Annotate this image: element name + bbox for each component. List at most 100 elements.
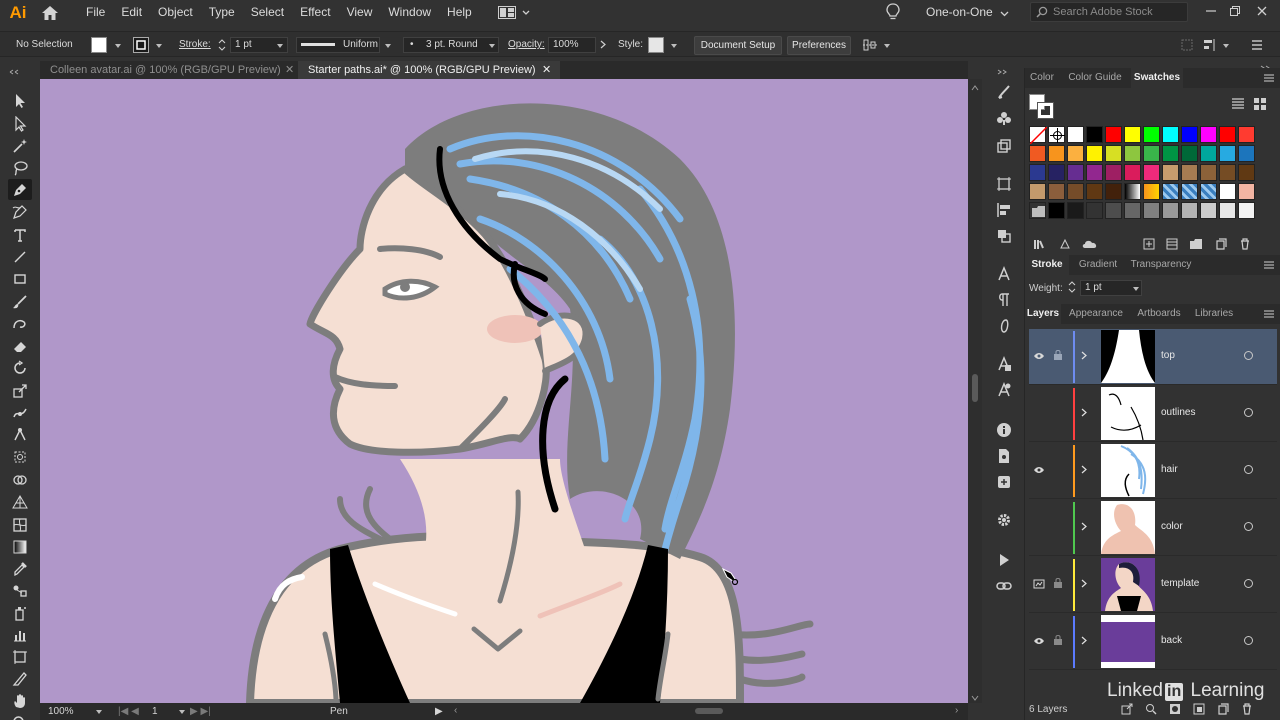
panel-collapse-icon[interactable] xyxy=(8,66,32,78)
chevron-down-icon[interactable] xyxy=(179,710,185,714)
brush-definition-select[interactable]: • 3 pt. Round xyxy=(403,37,499,53)
swatch[interactable] xyxy=(1238,164,1255,181)
scrollbar-thumb[interactable] xyxy=(695,708,723,714)
chevron-down-icon[interactable] xyxy=(96,710,102,714)
tab-transparency[interactable]: Transparency xyxy=(1127,255,1195,275)
symbols-icon[interactable] xyxy=(994,108,1014,128)
swatch[interactable] xyxy=(1200,164,1217,181)
delete-swatch-icon[interactable] xyxy=(1239,238,1251,253)
swatch[interactable] xyxy=(1200,126,1217,143)
swatch[interactable] xyxy=(1181,202,1198,219)
lasso-tool-icon[interactable] xyxy=(8,157,32,178)
layer-name[interactable]: top xyxy=(1161,350,1175,361)
chevron-right-icon[interactable] xyxy=(600,40,606,52)
swatch[interactable] xyxy=(1181,164,1198,181)
line-tool-icon[interactable] xyxy=(8,246,32,267)
blend-tool-icon[interactable] xyxy=(8,580,32,601)
eyedropper-tool-icon[interactable] xyxy=(8,558,32,579)
swatch[interactable] xyxy=(1029,164,1046,181)
chevron-up-icon[interactable] xyxy=(971,82,979,94)
brushes-icon[interactable] xyxy=(994,82,1014,102)
weight-stepper-icon[interactable] xyxy=(1068,280,1076,297)
stroke-stepper-icon[interactable] xyxy=(218,38,226,55)
close-tab-icon[interactable]: ✕ xyxy=(285,61,294,79)
swatch[interactable] xyxy=(1124,202,1141,219)
links-icon[interactable] xyxy=(994,472,1014,492)
chevron-down-icon[interactable] xyxy=(1000,8,1009,20)
panel-menu-icon[interactable] xyxy=(1250,38,1264,55)
swatch[interactable] xyxy=(1086,126,1103,143)
panel-collapse-icon[interactable] xyxy=(994,66,1014,78)
swatch[interactable] xyxy=(1181,183,1198,200)
tab-gradient[interactable]: Gradient xyxy=(1073,255,1123,275)
swatch[interactable] xyxy=(1238,183,1255,200)
swatch[interactable] xyxy=(1086,145,1103,162)
swatch[interactable] xyxy=(1219,202,1236,219)
workspace-switcher[interactable]: One-on-One xyxy=(926,0,993,25)
swatch[interactable] xyxy=(1219,183,1236,200)
layer-target-icon[interactable] xyxy=(1244,579,1253,588)
graphic-style-swatch[interactable] xyxy=(648,37,664,53)
chevron-down-icon[interactable] xyxy=(884,44,890,48)
swatch[interactable] xyxy=(1200,145,1217,162)
tab-stroke[interactable]: Stroke xyxy=(1025,255,1069,275)
lock-icon[interactable] xyxy=(1053,577,1063,592)
swatch[interactable] xyxy=(1181,126,1198,143)
graphic-styles-icon[interactable] xyxy=(994,136,1014,156)
chevron-down-icon[interactable] xyxy=(671,44,677,48)
tab-layers[interactable]: Layers xyxy=(1025,304,1061,324)
eye-icon[interactable] xyxy=(1033,465,1045,477)
close-icon[interactable] xyxy=(1255,4,1269,18)
menu-help[interactable]: Help xyxy=(439,0,480,25)
swatch[interactable] xyxy=(1143,164,1160,181)
swatch[interactable] xyxy=(1143,183,1160,200)
swatch[interactable] xyxy=(1181,145,1198,162)
panel-menu-icon[interactable] xyxy=(1263,73,1275,86)
swatch[interactable] xyxy=(1086,183,1103,200)
curvature-tool-icon[interactable] xyxy=(8,201,32,222)
document-setup-button[interactable]: Document Setup xyxy=(694,36,782,55)
menu-file[interactable]: File xyxy=(78,0,113,25)
direct-selection-tool-icon[interactable] xyxy=(8,113,32,134)
artboard-tool-icon[interactable] xyxy=(8,646,32,667)
eye-icon[interactable] xyxy=(1033,351,1045,363)
close-tab-icon[interactable]: ✕ xyxy=(542,61,551,79)
chevron-right-icon[interactable] xyxy=(1081,408,1087,420)
new-color-group-icon[interactable] xyxy=(1189,238,1203,253)
gradient-tool-icon[interactable] xyxy=(8,536,32,557)
paragraph-icon[interactable] xyxy=(994,290,1014,310)
chevron-right-icon[interactable] xyxy=(1081,636,1087,648)
artboard-nav-next-icon[interactable]: ▶ ▶| xyxy=(190,706,211,717)
link-chain-icon[interactable] xyxy=(994,576,1014,596)
swatch[interactable] xyxy=(1238,126,1255,143)
pathfinder-icon[interactable] xyxy=(994,226,1014,246)
status-menu-icon[interactable]: ▶ xyxy=(435,706,443,717)
layer-target-icon[interactable] xyxy=(1244,351,1253,360)
slice-tool-icon[interactable] xyxy=(8,668,32,689)
free-transform-tool-icon[interactable] xyxy=(8,446,32,467)
graphic-style-libraries-icon[interactable] xyxy=(994,380,1014,400)
swatch[interactable] xyxy=(1105,164,1122,181)
swatch[interactable] xyxy=(1162,183,1179,200)
transform-panel-icon[interactable] xyxy=(994,174,1014,194)
chevron-right-icon[interactable] xyxy=(1081,465,1087,477)
pen-tool-icon[interactable] xyxy=(8,179,32,200)
lock-icon[interactable] xyxy=(1053,349,1063,364)
chevron-down-icon[interactable] xyxy=(385,44,391,48)
new-swatch-icon[interactable] xyxy=(1215,238,1227,253)
transform-icon[interactable] xyxy=(1180,38,1194,55)
layer-row-top[interactable]: top xyxy=(1029,329,1277,385)
chevron-down-icon[interactable] xyxy=(489,44,495,48)
stroke-profile-select[interactable]: Uniform xyxy=(296,37,380,53)
tab-colleen-avatar[interactable]: Colleen avatar.ai @ 100% (RGB/GPU Previe… xyxy=(40,61,298,79)
artboard-number[interactable]: 1 xyxy=(152,706,158,717)
menu-view[interactable]: View xyxy=(339,0,381,25)
appearance-icon[interactable] xyxy=(994,354,1014,374)
align-panel-icon[interactable] xyxy=(994,200,1014,220)
swatch[interactable] xyxy=(1162,126,1179,143)
panel-menu-icon[interactable] xyxy=(1263,309,1275,322)
swatch[interactable] xyxy=(1029,202,1046,219)
shape-builder-tool-icon[interactable] xyxy=(8,469,32,490)
menu-object[interactable]: Object xyxy=(150,0,201,25)
swatch[interactable] xyxy=(1162,145,1179,162)
